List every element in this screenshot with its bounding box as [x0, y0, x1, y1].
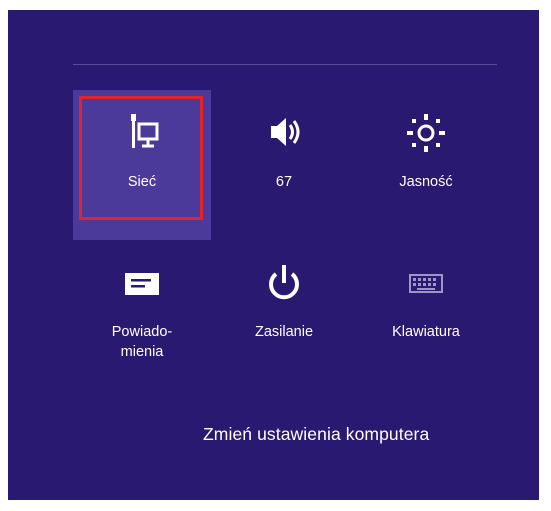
tile-label: 67: [275, 174, 293, 190]
notifications-tile[interactable]: Powiado- mienia: [73, 240, 211, 390]
keyboard-icon: [357, 262, 495, 304]
power-icon: [215, 262, 353, 304]
network-tile[interactable]: Sieć: [73, 90, 211, 240]
change-pc-settings-link[interactable]: Zmień ustawienia komputera: [203, 424, 429, 445]
tile-label: Jasność: [399, 174, 453, 190]
tile-label-line2: mienia: [120, 344, 164, 360]
tile-label: Sieć: [127, 174, 157, 190]
volume-icon: [215, 112, 353, 154]
network-icon: [73, 112, 211, 154]
keyboard-tile[interactable]: Klawiatura: [357, 240, 495, 390]
tile-label: Klawiatura: [392, 324, 460, 340]
volume-tile[interactable]: 67: [215, 90, 353, 240]
tile-label: Powiado- mienia: [73, 322, 211, 362]
separator: [73, 64, 497, 65]
tile-label-line1: Powiado-: [111, 324, 173, 340]
brightness-tile[interactable]: Jasność: [357, 90, 495, 240]
tile-label: Zasilanie: [254, 324, 314, 340]
power-tile[interactable]: Zasilanie: [215, 240, 353, 390]
brightness-icon: [357, 112, 495, 154]
settings-pane: Sieć 67 Jasność Powiado- mienia Zasilani…: [8, 10, 539, 500]
notifications-icon: [73, 262, 211, 304]
